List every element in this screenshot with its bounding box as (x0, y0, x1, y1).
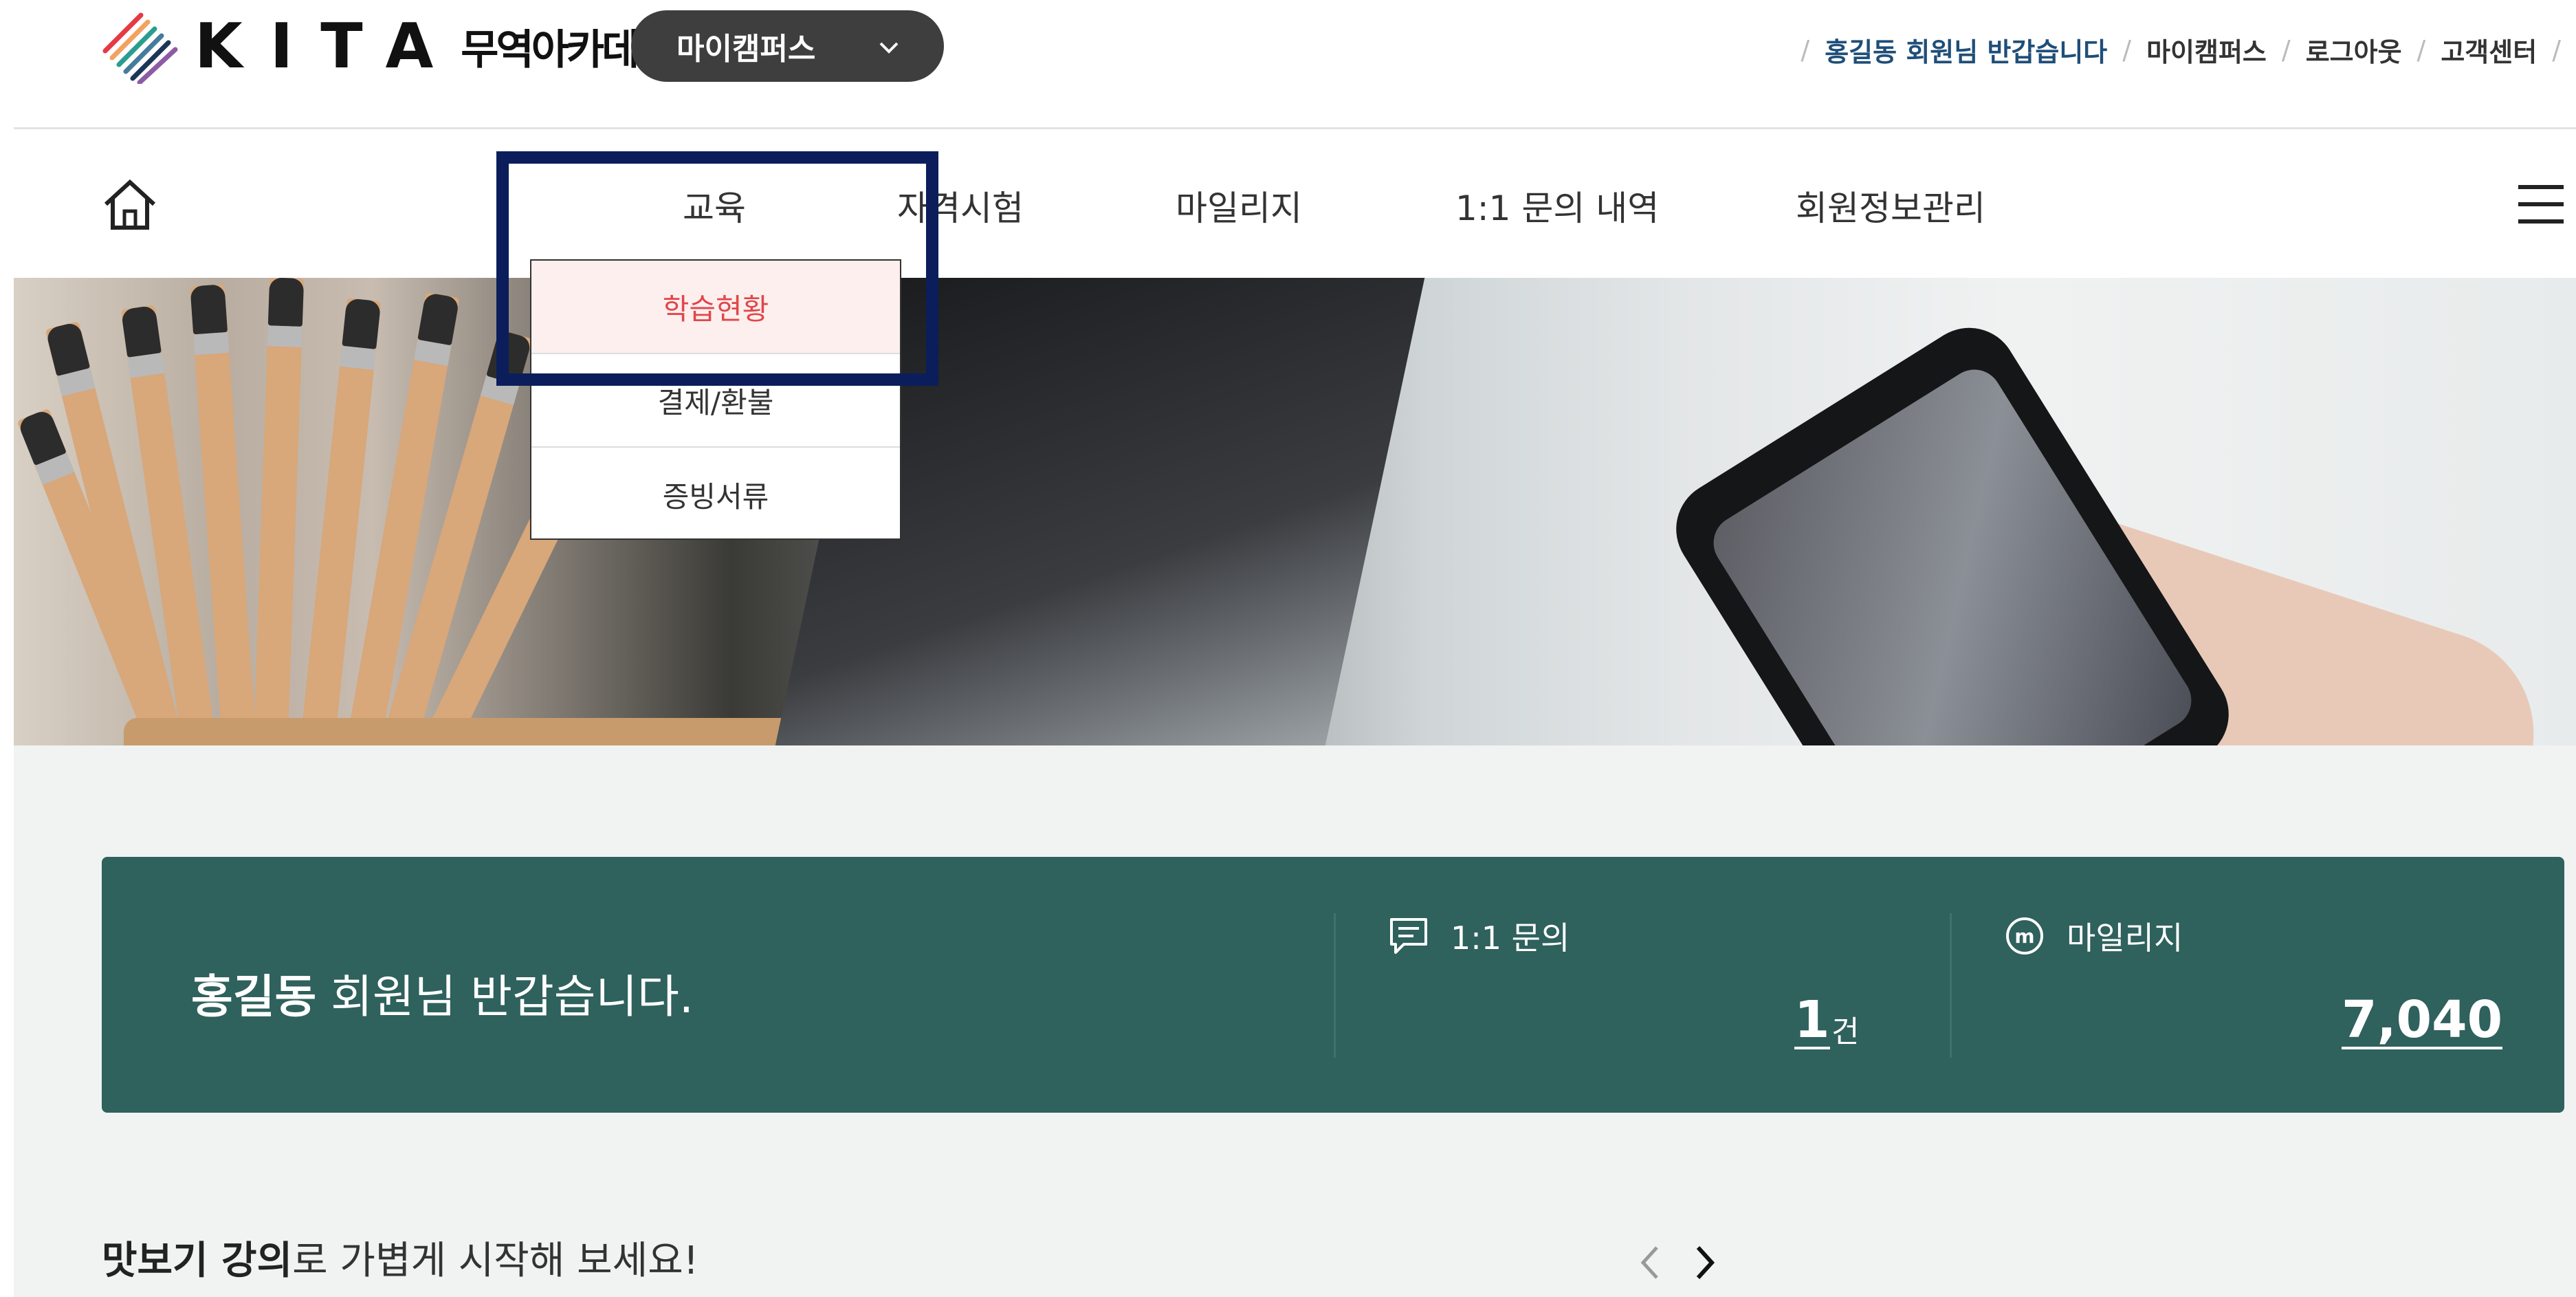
util-link-customer-center[interactable]: 고객센터 (2441, 31, 2537, 69)
util-nav: / 홍길동 회원님 반갑습니다 / 마이캠퍼스 / 로그아웃 / 고객센터 / (1785, 31, 2576, 69)
nav-member-info[interactable]: 회원정보관리 (1796, 181, 1985, 230)
inquiry-count[interactable]: 1 (1794, 994, 1830, 1049)
teaser-rest: 로 가볍게 시작해 보세요! (292, 1239, 699, 1283)
divider (1950, 913, 1952, 1058)
kita-logo[interactable]: KITA 무역아카데미 (100, 8, 675, 84)
nav-mileage[interactable]: 마일리지 (1176, 181, 1302, 230)
highlight-box (496, 151, 938, 386)
util-greeting: 홍길동 회원님 반갑습니다 (1825, 37, 2108, 67)
chevron-right-icon[interactable] (1691, 1242, 1719, 1283)
left-margin (0, 0, 14, 1297)
welcome-greeting: 홍길동 회원님 반갑습니다. (191, 960, 694, 1026)
campus-switcher-button[interactable]: 마이캠퍼스 (631, 10, 944, 82)
page: KITA 무역아카데미 마이캠퍼스 / 홍길동 회원님 반갑습니다 / 마이캠퍼… (0, 0, 2576, 1297)
hero-banner-image (14, 278, 2576, 745)
util-separator: / (2281, 34, 2291, 65)
inquiry-label: 1:1 문의 (1451, 919, 1570, 957)
dropdown-item-documents[interactable]: 증빙서류 (531, 448, 900, 541)
mileage-value[interactable]: 7,040 (2342, 994, 2503, 1049)
svg-text:m: m (2014, 925, 2034, 948)
home-icon[interactable] (102, 177, 158, 233)
welcome-message: 회원님 반갑습니다. (331, 970, 694, 1023)
logo-kita-text: KITA (195, 10, 461, 83)
member-name: 홍길동 (191, 970, 317, 1023)
util-separator: / (1801, 34, 1810, 65)
teaser-heading: 맛보기 강의로 가볍게 시작해 보세요! (102, 1230, 698, 1285)
top-bar: KITA 무역아카데미 마이캠퍼스 / 홍길동 회원님 반갑습니다 / 마이캠퍼… (0, 0, 2576, 129)
logo-mark-icon (102, 12, 178, 84)
campus-switcher-label: 마이캠퍼스 (676, 32, 816, 67)
util-separator: / (2122, 34, 2132, 65)
util-link-logout[interactable]: 로그아웃 (2306, 31, 2402, 69)
inquiry-unit: 건 (1831, 1014, 1860, 1049)
util-link-mycampus[interactable]: 마이캠퍼스 (2146, 31, 2267, 69)
hamburger-menu-icon[interactable] (2518, 185, 2564, 224)
main-nav: 교육 자격시험 마일리지 1:1 문의 내역 회원정보관리 (0, 131, 2576, 278)
mileage-box-label[interactable]: m 마일리지 (2005, 913, 2183, 959)
chevron-down-icon (879, 42, 899, 54)
chat-icon (1390, 918, 1427, 954)
util-separator: / (2552, 34, 2561, 65)
nav-inquiry-history[interactable]: 1:1 문의 내역 (1455, 181, 1659, 230)
divider (1334, 913, 1336, 1058)
mileage-label: 마일리지 (2067, 919, 2183, 957)
teaser-bold: 맛보기 강의 (102, 1239, 293, 1283)
welcome-card: 홍길동 회원님 반갑습니다. 1:1 문의 1 건 m 마일리지 7,040 (102, 857, 2564, 1113)
util-separator: / (2417, 34, 2426, 65)
inquiry-box-label[interactable]: 1:1 문의 (1389, 913, 1570, 959)
carousel-arrows (1636, 1242, 1719, 1283)
chevron-left-icon[interactable] (1636, 1242, 1664, 1283)
mileage-m-icon: m (2006, 917, 2043, 955)
